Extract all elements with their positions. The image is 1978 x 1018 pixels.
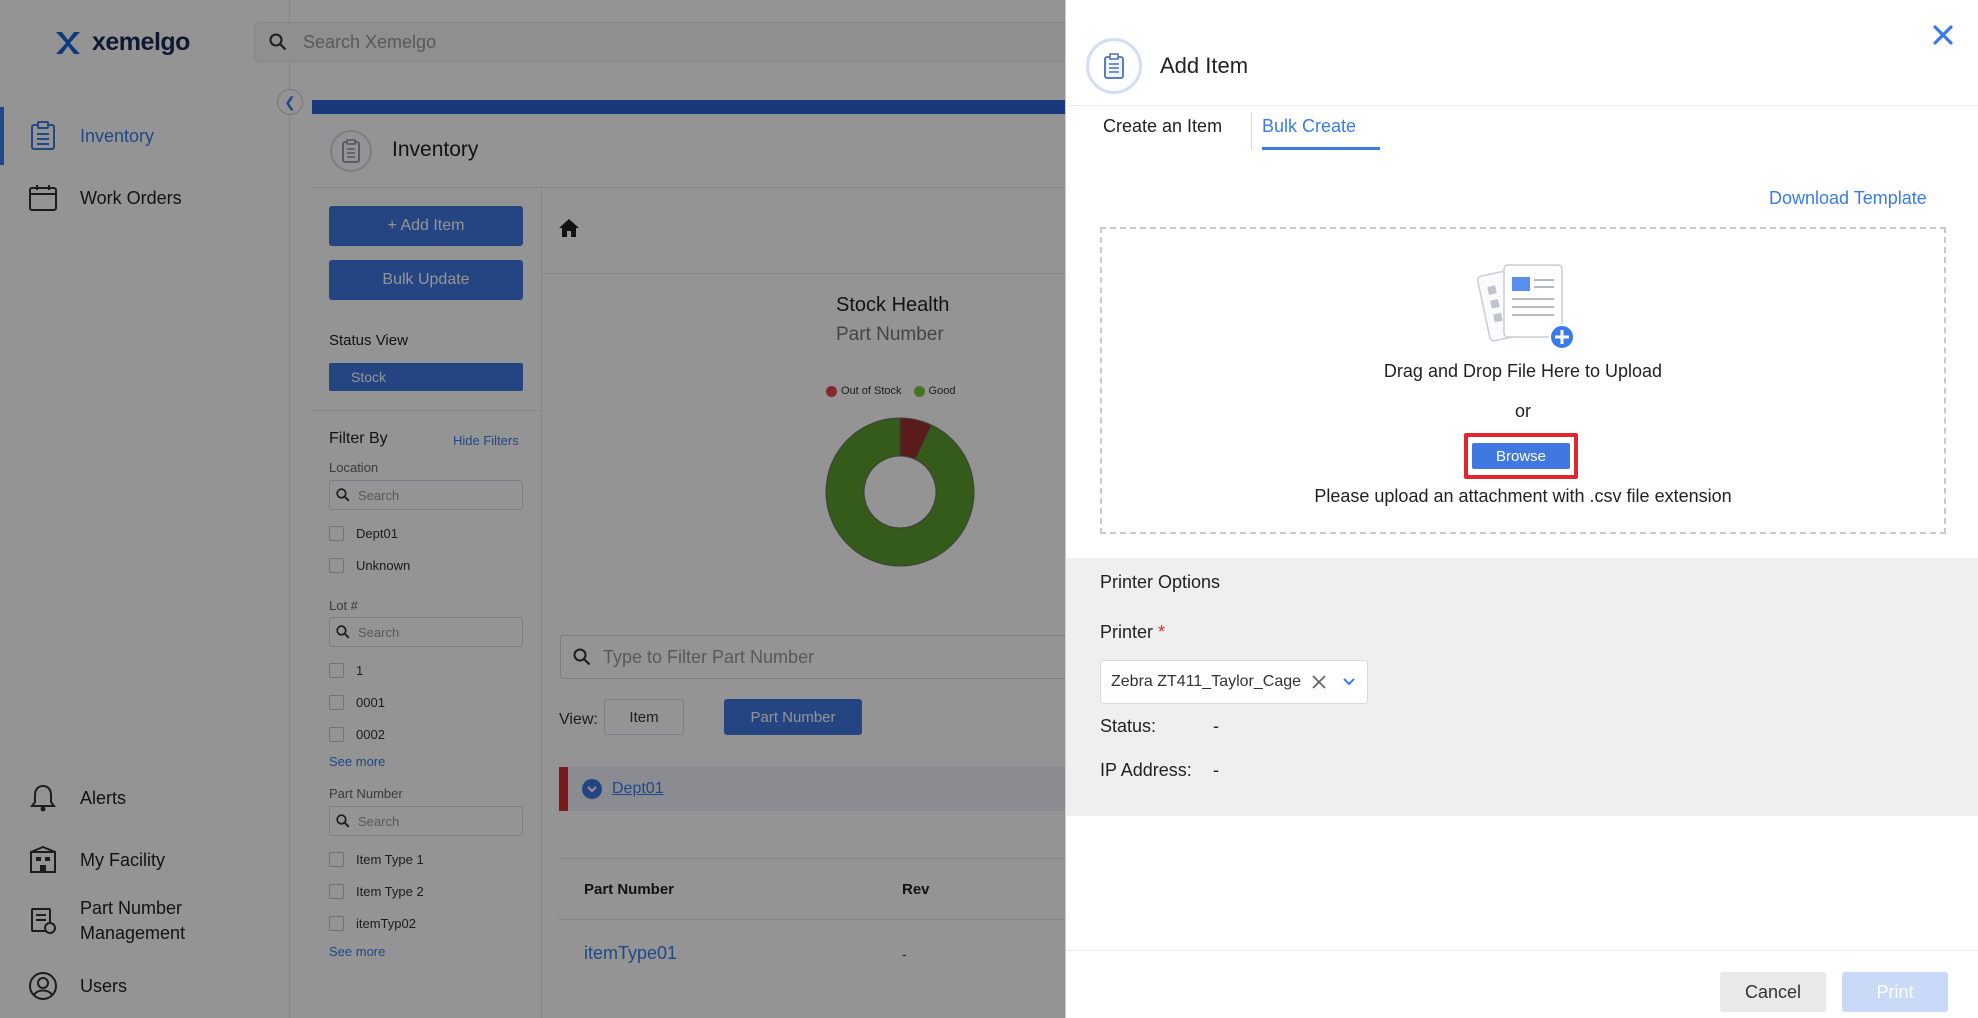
file-dropzone[interactable]: Drag and Drop File Here to Upload or Bro…	[1100, 227, 1946, 534]
panel-footer: Cancel Print	[1066, 950, 1978, 1018]
active-tab-indicator	[1262, 147, 1380, 150]
panel-header: Add Item	[1066, 0, 1978, 106]
printer-label-text: Printer	[1100, 622, 1154, 642]
cancel-button[interactable]: Cancel	[1720, 972, 1826, 1012]
upload-documents-icon	[1476, 264, 1575, 350]
chevron-down-icon[interactable]	[1337, 670, 1361, 694]
printer-label: Printer *	[1100, 622, 1165, 643]
modal-overlay[interactable]	[0, 0, 1065, 1018]
printer-options-title: Printer Options	[1100, 572, 1221, 592]
dropzone-hint: Please upload an attachment with .csv fi…	[1314, 486, 1732, 506]
add-item-panel: Add Item Create an Item Bulk Create Down…	[1065, 0, 1978, 1018]
status-label: Status:	[1100, 716, 1157, 736]
printer-select-value: Zebra ZT411_Taylor_Cage	[1111, 673, 1302, 690]
browse-button[interactable]: Browse	[1472, 443, 1570, 469]
clear-selection-icon[interactable]	[1307, 670, 1331, 694]
ip-address-label: IP Address:	[1100, 760, 1192, 780]
status-value: -	[1213, 716, 1219, 736]
dropzone-drag-text: Drag and Drop File Here to Upload	[1383, 361, 1663, 381]
close-button[interactable]	[1928, 20, 1958, 50]
dropzone-or-text: or	[1514, 401, 1531, 421]
printer-select[interactable]: Zebra ZT411_Taylor_Cage	[1100, 660, 1368, 704]
required-marker: *	[1158, 622, 1166, 642]
tab-divider	[1251, 112, 1252, 150]
download-template-link[interactable]: Download Template	[1769, 188, 1927, 209]
ip-address-value: -	[1213, 760, 1219, 780]
tab-create-an-item[interactable]: Create an Item	[1103, 116, 1222, 150]
panel-title: Add Item	[1160, 53, 1249, 78]
clipboard-icon	[1086, 38, 1142, 94]
printer-options-section: Printer Options Printer * Zebra ZT411_Ta…	[1066, 558, 1978, 816]
close-icon	[1933, 25, 1953, 45]
browse-highlight: Browse	[1464, 433, 1578, 479]
tab-bulk-create[interactable]: Bulk Create	[1262, 116, 1356, 150]
print-button[interactable]: Print	[1842, 972, 1948, 1012]
